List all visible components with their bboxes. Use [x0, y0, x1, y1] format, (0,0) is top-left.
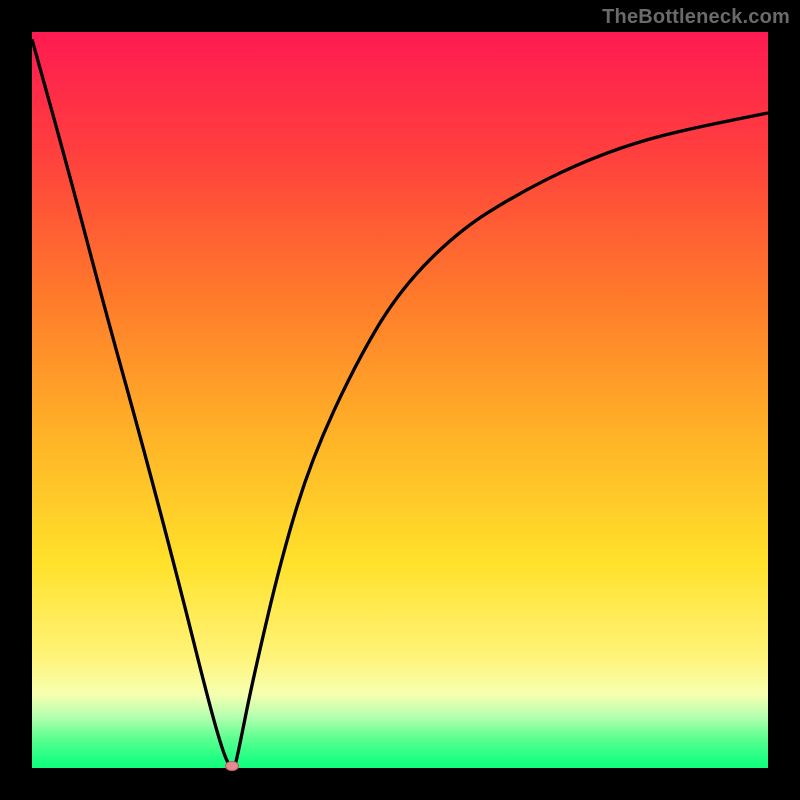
plot-area	[32, 32, 768, 768]
chart-stage: TheBottleneck.com	[0, 0, 800, 800]
curve-layer	[32, 32, 768, 768]
attribution-label: TheBottleneck.com	[602, 6, 790, 29]
bottleneck-curve-path	[32, 39, 768, 768]
